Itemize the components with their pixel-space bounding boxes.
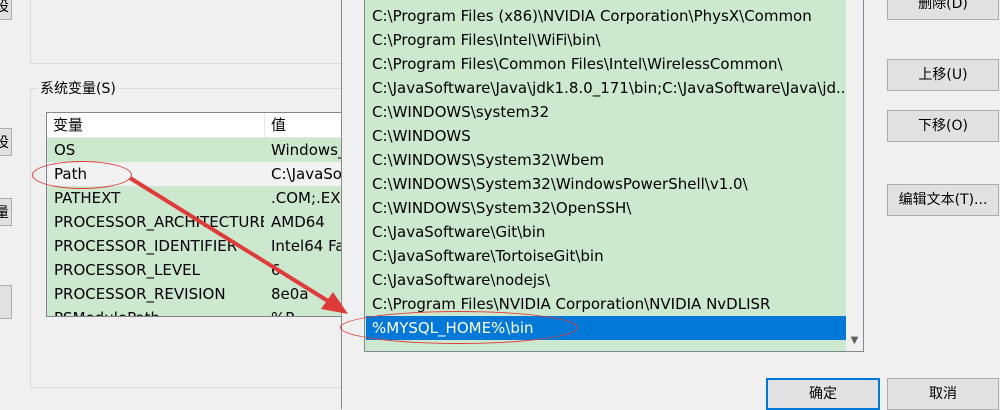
annotation-arrow [128, 176, 348, 314]
